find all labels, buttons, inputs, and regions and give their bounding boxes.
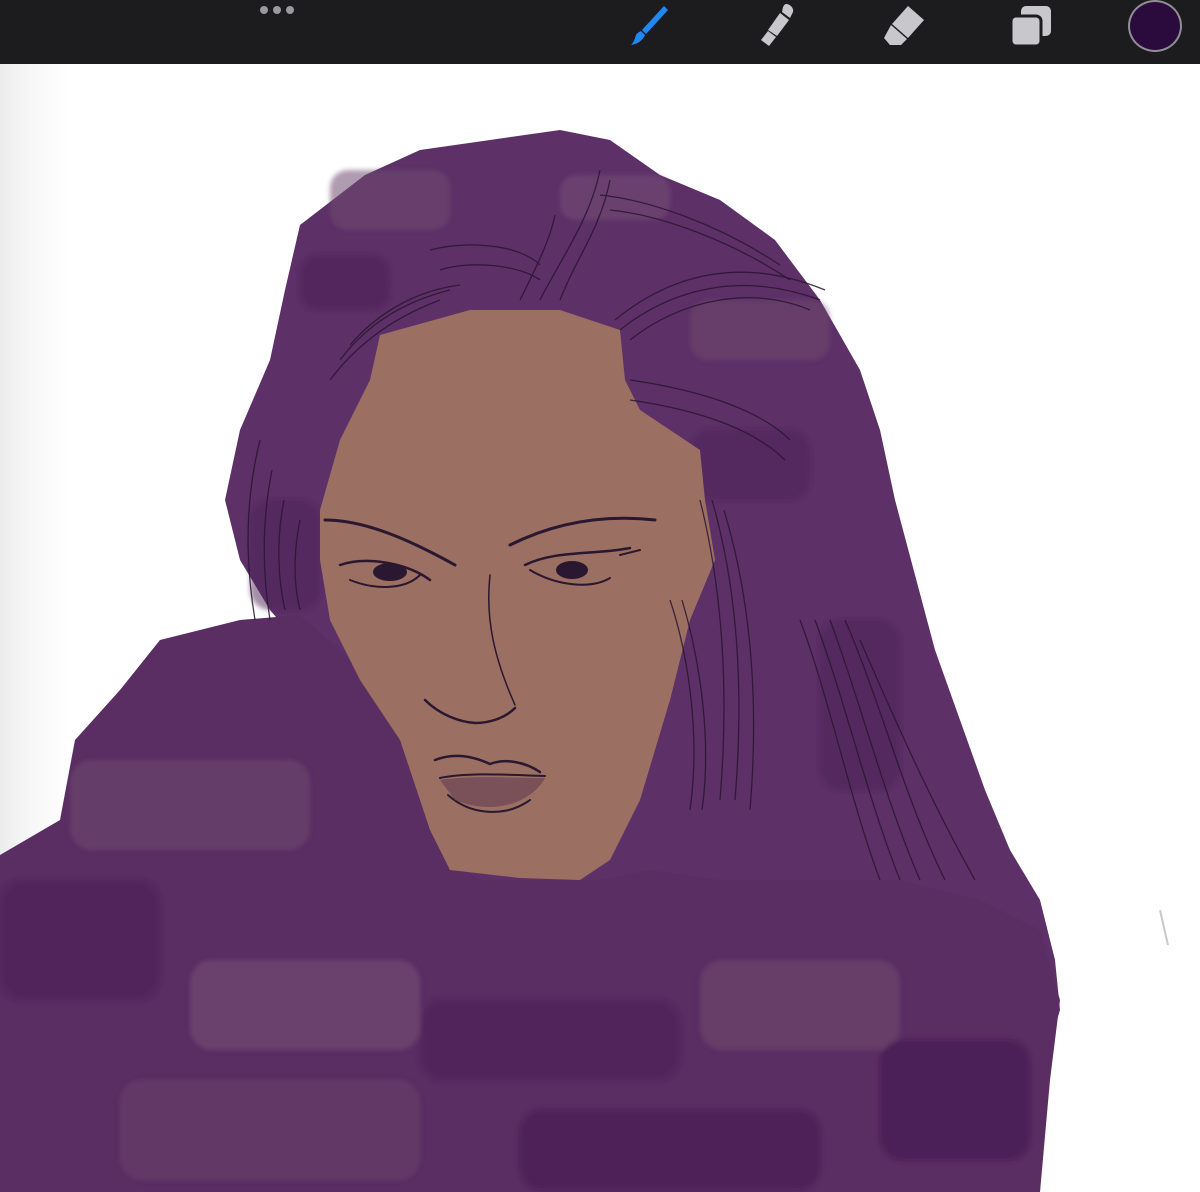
top-toolbar: [0, 0, 1200, 64]
eraser-tool-button[interactable]: [876, 0, 932, 52]
paint-brush-tool-button[interactable]: [622, 0, 678, 52]
drawing-canvas[interactable]: [0, 64, 1200, 1192]
smudge-tool-button[interactable]: [750, 0, 806, 52]
stray-stroke: [1159, 909, 1169, 946]
dot: [260, 6, 268, 14]
eraser-icon: [884, 6, 924, 45]
dot: [273, 6, 281, 14]
smudge-icon: [761, 4, 794, 46]
paint-brush-icon: [631, 6, 668, 45]
layers-icon: [1009, 6, 1051, 48]
artwork: [0, 130, 1169, 1192]
color-picker-swatch[interactable]: [1128, 0, 1182, 52]
more-dots-icon[interactable]: [252, 0, 302, 20]
layers-tool-button[interactable]: [1002, 0, 1058, 52]
procreate-app: [0, 0, 1200, 1192]
dot: [286, 6, 294, 14]
